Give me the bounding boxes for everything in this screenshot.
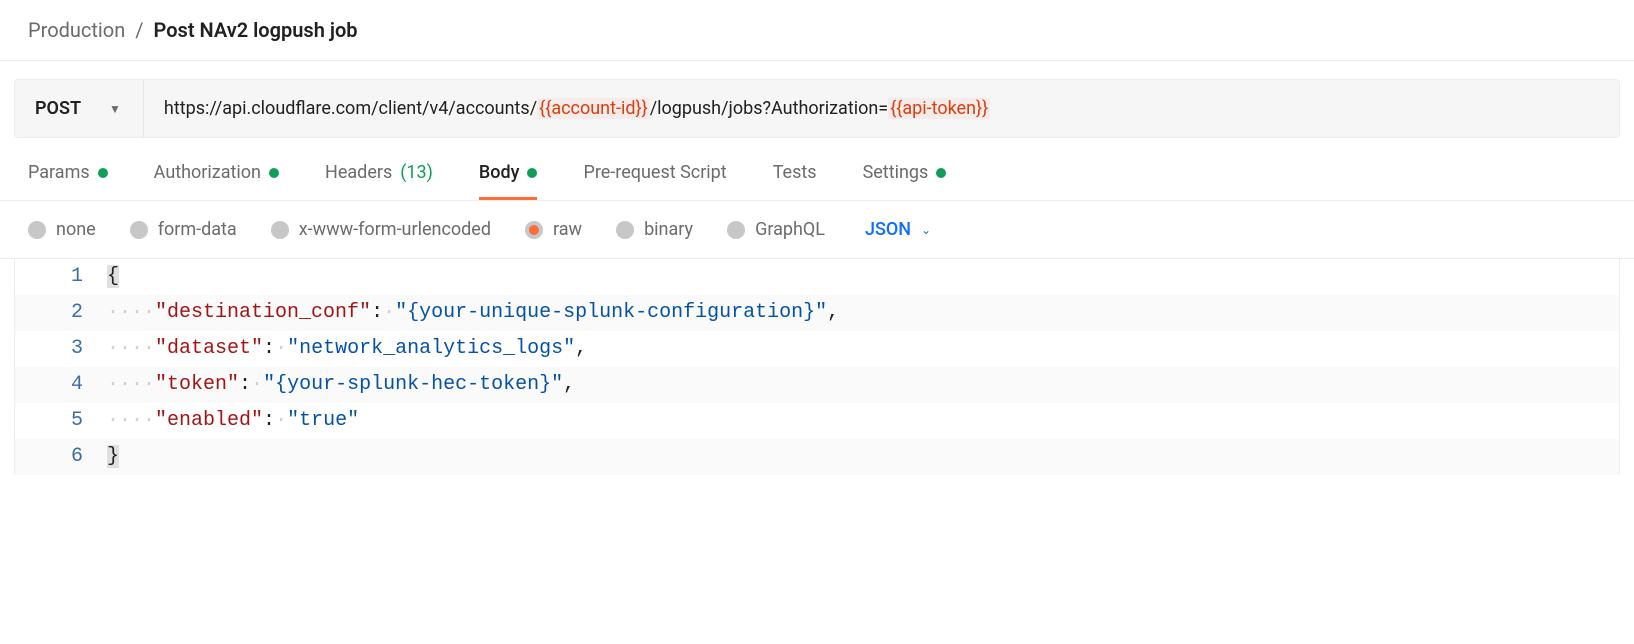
breadcrumb: Production / Post NAv2 logpush job	[0, 0, 1634, 61]
body-editor[interactable]: 1 { 2 ····"destination_conf":·"{your-uni…	[14, 259, 1620, 475]
tab-body-label: Body	[479, 162, 520, 183]
tab-headers[interactable]: Headers (13)	[325, 162, 433, 200]
status-dot-icon	[936, 168, 946, 178]
request-url-input[interactable]: https://api.cloudflare.com/client/v4/acc…	[144, 80, 1619, 137]
body-language-dropdown[interactable]: JSON ⌄	[865, 219, 931, 240]
request-tabs: Params Authorization Headers (13) Body P…	[0, 138, 1634, 201]
request-bar: POST ▼ https://api.cloudflare.com/client…	[14, 79, 1620, 138]
line-number: 3	[15, 331, 107, 367]
radio-urlencoded[interactable]: x-www-form-urlencoded	[271, 219, 491, 240]
tab-params[interactable]: Params	[28, 162, 108, 200]
status-dot-icon	[269, 168, 279, 178]
radio-binary[interactable]: binary	[616, 219, 693, 240]
radio-none[interactable]: none	[28, 219, 96, 240]
http-method-dropdown[interactable]: POST ▼	[15, 80, 144, 137]
tab-prerequest-label: Pre-request Script	[583, 162, 726, 183]
radio-form-data-label: form-data	[158, 219, 237, 240]
radio-raw[interactable]: raw	[525, 219, 582, 240]
line-number: 2	[15, 295, 107, 331]
tab-body[interactable]: Body	[479, 162, 538, 200]
tab-headers-count: (13)	[400, 162, 433, 183]
radio-icon	[28, 221, 46, 239]
code-line: }	[107, 439, 1619, 475]
status-dot-icon	[527, 168, 537, 178]
url-part-2: /logpush/jobs?Authorization=	[650, 98, 889, 119]
radio-urlencoded-label: x-www-form-urlencoded	[299, 219, 491, 240]
radio-icon	[727, 221, 745, 239]
status-dot-icon	[98, 168, 108, 178]
url-variable-api-token: {{api-token}}	[888, 98, 990, 119]
radio-icon	[130, 221, 148, 239]
code-line: ····"dataset":·"network_analytics_logs",	[107, 331, 1619, 367]
radio-icon	[525, 221, 543, 239]
tab-settings-label: Settings	[863, 162, 929, 183]
code-line: {	[107, 259, 1619, 295]
url-variable-account-id: {{account-id}}	[537, 98, 650, 119]
line-number: 4	[15, 367, 107, 403]
tab-params-label: Params	[28, 162, 90, 183]
code-line: ····"destination_conf":·"{your-unique-sp…	[107, 295, 1619, 331]
chevron-down-icon: ▼	[109, 102, 121, 116]
line-number: 5	[15, 403, 107, 439]
body-type-row: none form-data x-www-form-urlencoded raw…	[0, 201, 1634, 259]
code-line: ····"token":·"{your-splunk-hec-token}",	[107, 367, 1619, 403]
url-part-1: https://api.cloudflare.com/client/v4/acc…	[164, 98, 537, 119]
body-language-label: JSON	[865, 219, 911, 240]
tab-tests[interactable]: Tests	[773, 162, 817, 200]
http-method-label: POST	[35, 98, 81, 119]
chevron-down-icon: ⌄	[921, 223, 931, 237]
radio-none-label: none	[56, 219, 96, 240]
radio-icon	[271, 221, 289, 239]
tab-tests-label: Tests	[773, 162, 817, 183]
radio-raw-label: raw	[553, 219, 582, 240]
radio-binary-label: binary	[644, 219, 693, 240]
tab-settings[interactable]: Settings	[863, 162, 947, 200]
radio-form-data[interactable]: form-data	[130, 219, 237, 240]
breadcrumb-current: Post NAv2 logpush job	[154, 18, 358, 42]
line-number: 6	[15, 439, 107, 475]
tab-prerequest-script[interactable]: Pre-request Script	[583, 162, 726, 200]
tab-authorization-label: Authorization	[154, 162, 261, 183]
line-number: 1	[15, 259, 107, 295]
breadcrumb-separator: /	[135, 18, 143, 42]
radio-icon	[616, 221, 634, 239]
radio-graphql-label: GraphQL	[755, 219, 825, 240]
radio-graphql[interactable]: GraphQL	[727, 219, 825, 240]
breadcrumb-parent[interactable]: Production	[28, 18, 125, 42]
code-line: ····"enabled":·"true"	[107, 403, 1619, 439]
tab-headers-label: Headers	[325, 162, 392, 183]
tab-authorization[interactable]: Authorization	[154, 162, 279, 200]
